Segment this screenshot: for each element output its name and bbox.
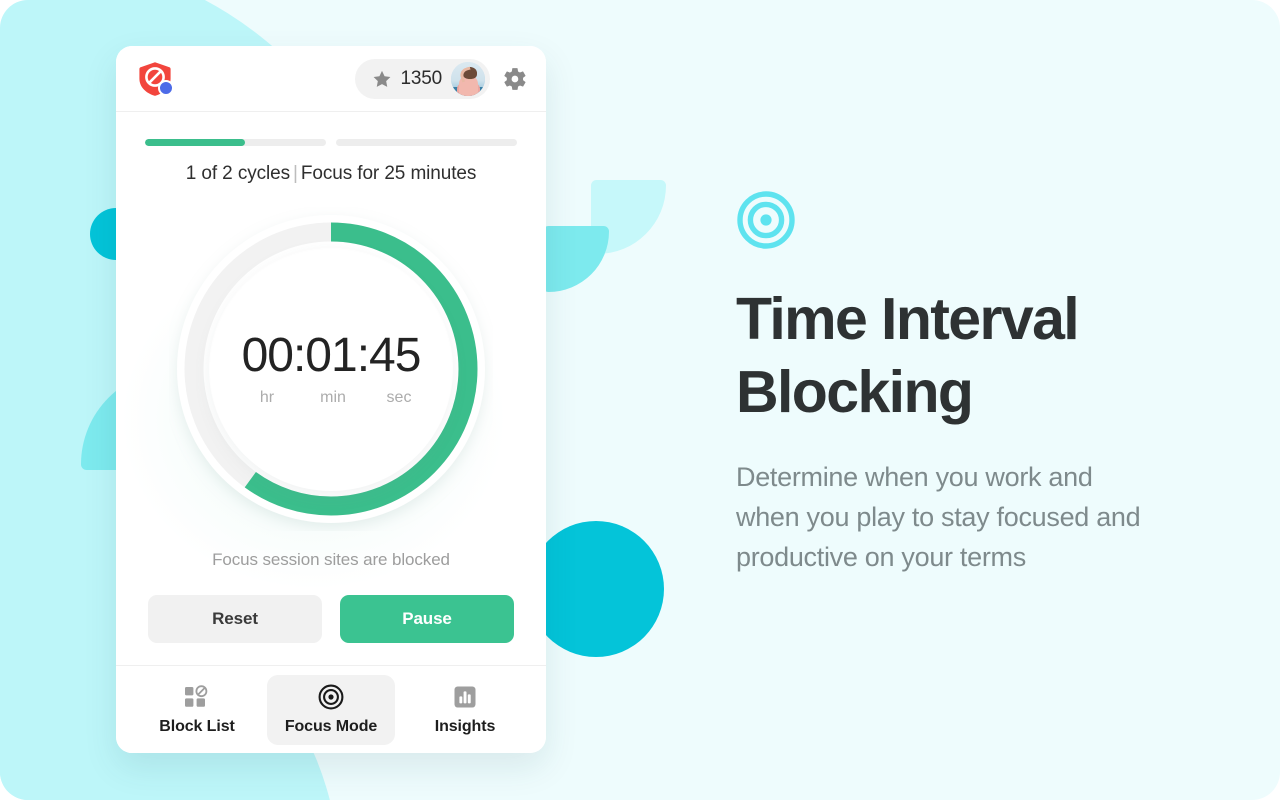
nav-item-focus-mode[interactable]: Focus Mode (267, 674, 395, 745)
nav-label-insights: Insights (434, 717, 496, 735)
nav-item-insights[interactable]: Insights (401, 675, 529, 745)
unit-hr-label: hr (259, 388, 275, 406)
unit-sec-label: sec (386, 388, 412, 406)
grid-block-icon (184, 684, 210, 710)
unit-min-label: min (320, 388, 346, 406)
target-icon (318, 684, 344, 710)
bottom-navigation: Block List Focus Mode Insights (116, 665, 546, 753)
promo-stage: 1350 1 of 2 cycles | Focus for 25 minute… (0, 0, 1280, 800)
cycle-progress-bar (336, 139, 517, 146)
timer-display: 00:01:45 (241, 328, 422, 382)
target-icon (737, 191, 795, 249)
quarter-circle-right-decoration (543, 226, 609, 292)
focus-mode-screen: 1 of 2 cycles | Focus for 25 minutes 00:01… (116, 112, 546, 665)
phone-mockup: 1350 1 of 2 cycles | Focus for 25 minute… (116, 46, 546, 753)
gear-icon[interactable] (502, 66, 528, 92)
session-caption: 1 of 2 cycles | Focus for 25 minutes (186, 163, 477, 185)
pause-button[interactable]: Pause (340, 595, 514, 643)
focus-duration-text: Focus for 25 minutes (300, 163, 477, 184)
nav-item-block-list[interactable]: Block List (133, 675, 261, 745)
points-badge[interactable]: 1350 (354, 58, 490, 99)
app-logo (136, 59, 176, 99)
timer-dial[interactable]: 00:01:45 hr min sec (169, 207, 493, 531)
timer-unit-labels: hr min sec (243, 389, 419, 407)
feature-panel: Time Interval Blocking Determine when yo… (736, 190, 1156, 577)
blocked-status-note: Focus session sites are blocked (212, 550, 450, 569)
cycle-progress-bar (145, 139, 326, 146)
cycle-count-text: 1 of 2 cycles (185, 163, 291, 184)
notification-dot-icon (158, 79, 174, 96)
avatar[interactable] (451, 61, 485, 96)
star-icon (373, 70, 390, 87)
points-value: 1350 (400, 67, 443, 89)
reset-button[interactable]: Reset (148, 595, 322, 643)
header-actions: 1350 (354, 58, 528, 99)
caption-divider: | (293, 163, 298, 184)
timer-face: 00:01:45 hr min sec (209, 247, 453, 491)
nav-label-block-list: Block List (159, 717, 235, 735)
bar-chart-icon (453, 684, 477, 710)
circle-decoration-lower-right (528, 521, 664, 657)
cycle-progress-bars (145, 139, 517, 146)
page-description: Determine when you work and when you pla… (736, 462, 1141, 572)
app-header: 1350 (116, 46, 546, 112)
timer-actions: Reset Pause (148, 595, 514, 643)
page-title: Time Interval Blocking (736, 286, 1080, 425)
nav-label-focus-mode: Focus Mode (284, 717, 378, 735)
